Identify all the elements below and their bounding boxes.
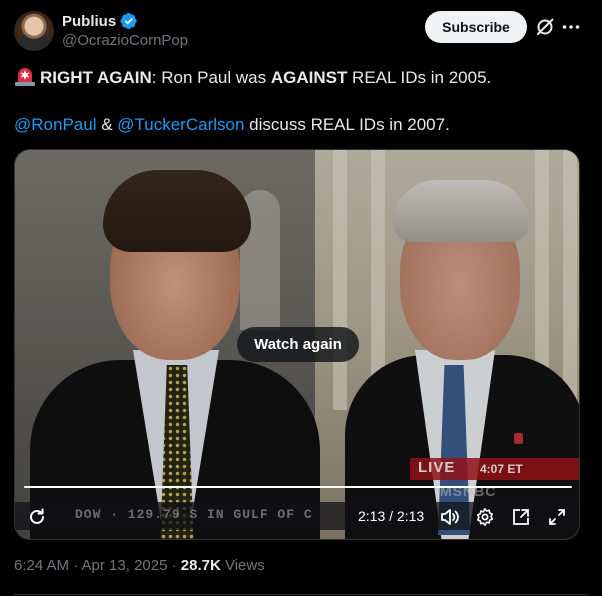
views-count: 28.7K — [180, 557, 221, 574]
watch-again-button[interactable]: Watch again — [237, 327, 359, 362]
fullscreen-icon[interactable] — [546, 506, 568, 528]
avatar[interactable] — [14, 11, 54, 51]
siren-emoji-icon — [15, 68, 35, 86]
grok-icon[interactable] — [535, 17, 555, 37]
mention-tuckercarlson-link[interactable]: @TuckerCarlson — [117, 115, 244, 134]
verified-badge-icon — [120, 12, 137, 30]
video-time: 2:13 / 2:13 — [358, 508, 425, 524]
video-progress-bar[interactable] — [24, 486, 572, 488]
volume-icon[interactable] — [438, 506, 460, 528]
tweet-text-segment: REAL IDs in 2005. — [347, 68, 492, 87]
tweet-meta: 6:24 AM · Apr 13, 2025 · 28.7K Views — [14, 557, 265, 574]
author-name[interactable]: Publius — [62, 13, 116, 30]
author-name-row: Publius — [62, 12, 138, 30]
divider — [14, 594, 588, 595]
tweet-line-2: @RonPaul & @TuckerCarlson discuss REAL I… — [14, 114, 584, 136]
author-handle[interactable]: @OcrazioCornPop — [62, 32, 188, 49]
tweet-text-segment: discuss REAL IDs in 2007. — [244, 115, 450, 134]
subscribe-button[interactable]: Subscribe — [425, 11, 527, 43]
tweet-text-segment: : Ron Paul was — [151, 68, 271, 87]
replay-icon[interactable] — [26, 506, 48, 528]
tweet-timestamp[interactable]: 6:24 AM · Apr 13, 2025 · — [14, 557, 181, 574]
picture-in-picture-icon[interactable] — [510, 506, 532, 528]
tweet-line-1: RIGHT AGAIN: Ron Paul was AGAINST REAL I… — [14, 66, 584, 88]
video-player[interactable]: LIVE 4:07 ET MSNBC DOW · 129.79 S IN GUL… — [14, 149, 580, 540]
tweet-bold-against: AGAINST — [270, 68, 348, 87]
more-icon[interactable] — [561, 17, 581, 37]
tweet-text: RIGHT AGAIN: Ron Paul was AGAINST REAL I… — [14, 66, 584, 136]
mention-ronpaul-link[interactable]: @RonPaul — [14, 115, 96, 134]
tweet: Publius @OcrazioCornPop Subscribe RIGHT … — [0, 0, 602, 596]
views-label: Views — [220, 557, 265, 574]
settings-gear-icon[interactable] — [474, 506, 496, 528]
tweet-text-segment: & — [96, 115, 118, 134]
tweet-bold-right-again: RIGHT AGAIN — [40, 68, 152, 87]
